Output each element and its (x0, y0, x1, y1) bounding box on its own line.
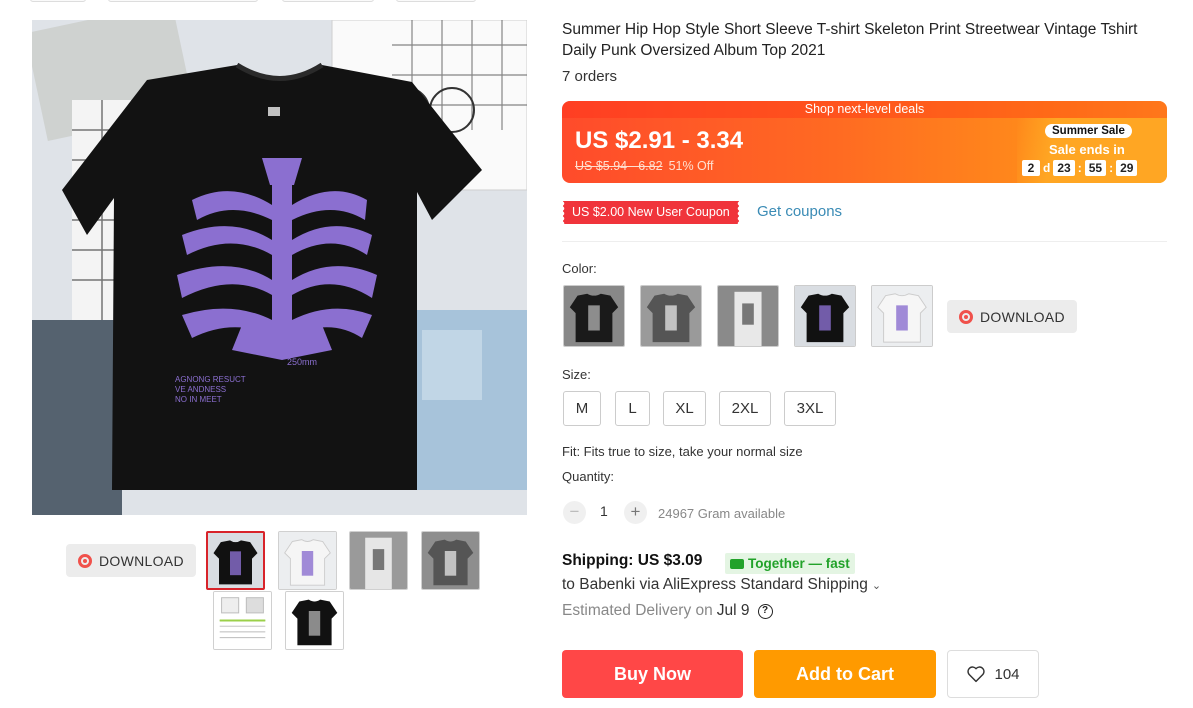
quantity-label: Quantity: (562, 469, 615, 484)
thumbnail-3[interactable] (349, 531, 408, 590)
thumbnail-2[interactable] (278, 531, 337, 590)
original-price-line: US $5.94 - 6.82 51% Off (575, 159, 714, 173)
sale-ends-label: Sale ends in (1049, 142, 1125, 157)
product-title: Summer Hip Hop Style Short Sleeve T-shir… (562, 21, 1138, 59)
download-label: DOWNLOAD (980, 308, 1065, 325)
image-print-line-2: VE ANDNESS (175, 385, 226, 394)
size-label: Size: (562, 367, 591, 382)
thumbnail-5[interactable] (285, 591, 344, 650)
quantity-decrease-button[interactable]: − (563, 501, 586, 524)
size-option-xl[interactable]: XL (663, 391, 706, 426)
estimated-delivery: Estimated Delivery on Jul 9 ? (562, 602, 773, 620)
top-cutoff-strip (30, 0, 550, 4)
download-label: DOWNLOAD (99, 552, 184, 569)
estimated-delivery-label: Estimated Delivery on (562, 602, 713, 619)
timer-seconds: 29 (1116, 160, 1138, 176)
color-label: Color: (562, 261, 597, 276)
download-icon (959, 309, 973, 324)
timer-sep: : (1077, 161, 1082, 175)
delivery-date: Jul 9 (716, 602, 750, 619)
download-image-button[interactable]: DOWNLOAD (66, 544, 196, 577)
size-option-2xl[interactable]: 2XL (719, 391, 771, 426)
new-user-coupon[interactable]: US $2.00 New User Coupon (562, 201, 739, 224)
size-option-l[interactable]: L (615, 391, 650, 426)
color-option-2[interactable] (640, 285, 702, 347)
color-option-4[interactable] (794, 285, 856, 347)
orders-count: 7 orders (562, 68, 618, 85)
image-print-line-3: NO IN MEET (175, 395, 222, 404)
countdown-timer: 2 d 23 : 55 : 29 (1022, 160, 1138, 176)
download-icon (78, 553, 92, 568)
original-price: US $5.94 - 6.82 (575, 159, 663, 173)
thumbnail-1[interactable] (206, 531, 265, 590)
deal-banner[interactable]: Shop next-level deals US $2.91 - 3.34 US… (562, 101, 1167, 183)
timer-minutes: 55 (1084, 160, 1107, 176)
buy-now-button[interactable]: Buy Now (562, 650, 743, 698)
image-print-line-1: AGNONG RESUCT (175, 375, 246, 384)
together-fast-label: Together — fast (748, 556, 850, 571)
main-product-image[interactable]: 250mm AGNONG RESUCT VE ANDNESS NO IN MEE… (32, 20, 527, 515)
shipping-destination: to Babenki via AliExpress Standard Shipp… (562, 576, 868, 593)
get-coupons-link[interactable]: Get coupons (757, 203, 842, 220)
wishlist-button[interactable]: 104 (947, 650, 1039, 698)
discount-percent: 51% Off (668, 159, 714, 173)
color-option-5[interactable] (871, 285, 933, 347)
truck-icon (730, 558, 744, 569)
fit-note: Fit: Fits true to size, take your normal… (562, 444, 803, 459)
download-color-button[interactable]: DOWNLOAD (947, 300, 1077, 333)
thumbnail-size-chart[interactable] (213, 591, 272, 650)
timer-sep: : (1109, 161, 1114, 175)
shipping-method-selector[interactable]: to Babenki via AliExpress Standard Shipp… (562, 576, 881, 594)
sale-price: US $2.91 - 3.34 (575, 127, 744, 154)
together-fast-badge: Together — fast (725, 553, 855, 574)
chevron-down-icon: ⌄ (871, 580, 882, 592)
thumbnail-4[interactable] (421, 531, 480, 590)
shipping-cost: Shipping: US $3.09 (562, 552, 703, 569)
summer-sale-badge: Summer Sale (1045, 124, 1132, 138)
stock-available: 24967 Gram available (658, 506, 786, 521)
sale-countdown: Summer Sale Sale ends in 2 d 23 : 55 : 2… (1017, 118, 1167, 183)
timer-days-label: d (1043, 161, 1051, 175)
color-option-3[interactable] (717, 285, 779, 347)
add-to-cart-button[interactable]: Add to Cart (754, 650, 936, 698)
quantity-increase-button[interactable]: + (624, 501, 647, 524)
quantity-value[interactable]: 1 (600, 503, 608, 519)
help-icon[interactable]: ? (757, 603, 773, 619)
size-option-3xl[interactable]: 3XL (784, 391, 836, 426)
divider (562, 241, 1167, 242)
heart-icon (967, 666, 986, 683)
image-size-mark: 250mm (287, 357, 317, 367)
wishlist-count: 104 (994, 665, 1020, 683)
timer-days: 2 (1022, 160, 1040, 176)
deal-banner-title: Shop next-level deals (562, 101, 1167, 118)
timer-hours: 23 (1053, 160, 1075, 176)
color-option-1[interactable] (563, 285, 625, 347)
size-option-m[interactable]: M (563, 391, 601, 426)
